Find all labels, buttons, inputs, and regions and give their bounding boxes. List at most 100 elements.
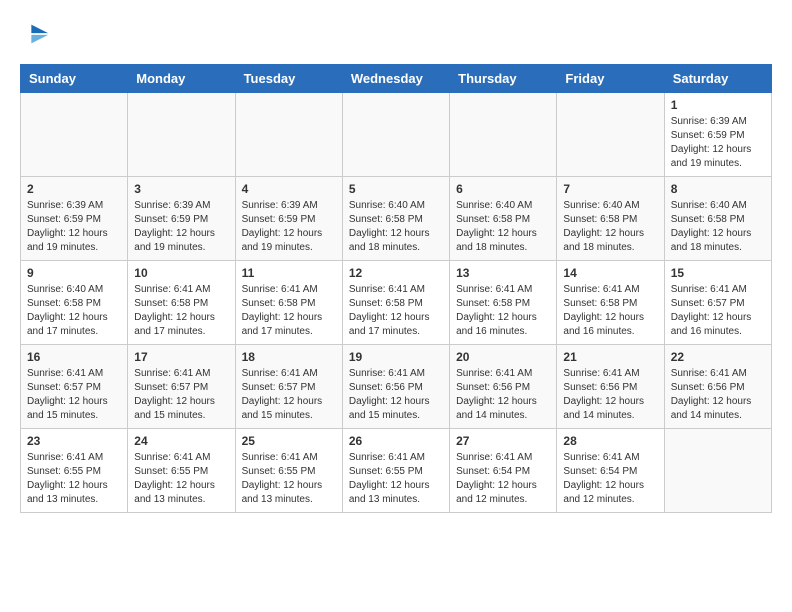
day-number: 19 — [349, 350, 443, 364]
day-info: Sunrise: 6:41 AM Sunset: 6:58 PM Dayligh… — [242, 283, 336, 339]
day-info: Sunrise: 6:40 AM Sunset: 6:58 PM Dayligh… — [349, 199, 443, 255]
calendar-header-monday: Monday — [128, 65, 235, 93]
day-info: Sunrise: 6:39 AM Sunset: 6:59 PM Dayligh… — [671, 115, 765, 171]
page-header — [20, 20, 772, 48]
calendar-week-3: 9Sunrise: 6:40 AM Sunset: 6:58 PM Daylig… — [21, 261, 772, 345]
calendar-week-5: 23 Sunrise: 6:41 AM Sunset: 6:55 PM Dayli… — [21, 429, 772, 513]
calendar-header-friday: Friday — [557, 65, 664, 93]
calendar-header-thursday: Thursday — [450, 65, 557, 93]
day-info: Sunrise: 6:41 AM Sunset: 6:56 PM Dayligh… — [563, 367, 657, 423]
calendar-cell: 24 Sunrise: 6:41 AM Sunset: 6:55 PM Dayli… — [128, 429, 235, 513]
calendar-cell: 15 Sunrise: 6:41 AM Sunset: 6:57 PM Dayli… — [664, 261, 771, 345]
calendar-cell: 4 Sunrise: 6:39 AM Sunset: 6:59 PM Daylig… — [235, 177, 342, 261]
calendar-cell: 3 Sunrise: 6:39 AM Sunset: 6:59 PM Daylig… — [128, 177, 235, 261]
calendar-week-4: 16 Sunrise: 6:41 AM Sunset: 6:57 PM Dayli… — [21, 345, 772, 429]
day-number: 1 — [671, 98, 765, 112]
day-number: 4 — [242, 182, 336, 196]
day-number: 26 — [349, 434, 443, 448]
calendar-cell: 2 Sunrise: 6:39 AM Sunset: 6:59 PM Daylig… — [21, 177, 128, 261]
day-info: Sunrise: 6:41 AM Sunset: 6:58 PM Dayligh… — [349, 283, 443, 339]
day-info: Sunrise: 6:41 AM Sunset: 6:58 PM Dayligh… — [456, 283, 550, 339]
day-info: Sunrise: 6:41 AM Sunset: 6:56 PM Dayligh… — [349, 367, 443, 423]
day-info: Sunrise: 6:41 AM Sunset: 6:56 PM Dayligh… — [456, 367, 550, 423]
day-number: 15 — [671, 266, 765, 280]
calendar-cell: 13 Sunrise: 6:41 AM Sunset: 6:58 PM Dayli… — [450, 261, 557, 345]
day-number: 25 — [242, 434, 336, 448]
calendar-cell: 27Sunrise: 6:41 AM Sunset: 6:54 PM Dayli… — [450, 429, 557, 513]
calendar-cell: 20 Sunrise: 6:41 AM Sunset: 6:56 PM Dayli… — [450, 345, 557, 429]
day-info: Sunrise: 6:41 AM Sunset: 6:57 PM Dayligh… — [242, 367, 336, 423]
calendar-cell: 16 Sunrise: 6:41 AM Sunset: 6:57 PM Dayli… — [21, 345, 128, 429]
calendar-week-2: 2 Sunrise: 6:39 AM Sunset: 6:59 PM Daylig… — [21, 177, 772, 261]
calendar-cell: 14 Sunrise: 6:41 AM Sunset: 6:58 PM Dayli… — [557, 261, 664, 345]
day-number: 20 — [456, 350, 550, 364]
logo-icon — [22, 20, 50, 48]
calendar-header-tuesday: Tuesday — [235, 65, 342, 93]
calendar-cell: 26Sunrise: 6:41 AM Sunset: 6:55 PM Dayli… — [342, 429, 449, 513]
day-number: 10 — [134, 266, 228, 280]
day-number: 23 — [27, 434, 121, 448]
calendar-cell: 25 Sunrise: 6:41 AM Sunset: 6:55 PM Dayli… — [235, 429, 342, 513]
day-info: Sunrise: 6:41 AM Sunset: 6:54 PM Dayligh… — [563, 451, 657, 507]
day-number: 12 — [349, 266, 443, 280]
logo — [20, 20, 50, 48]
calendar-cell: 1 Sunrise: 6:39 AM Sunset: 6:59 PM Daylig… — [664, 93, 771, 177]
day-number: 16 — [27, 350, 121, 364]
calendar-cell: 21 Sunrise: 6:41 AM Sunset: 6:56 PM Dayli… — [557, 345, 664, 429]
calendar-cell — [235, 93, 342, 177]
calendar-cell: 6 Sunrise: 6:40 AM Sunset: 6:58 PM Daylig… — [450, 177, 557, 261]
calendar-cell: 9Sunrise: 6:40 AM Sunset: 6:58 PM Daylig… — [21, 261, 128, 345]
calendar-cell: 18Sunrise: 6:41 AM Sunset: 6:57 PM Dayli… — [235, 345, 342, 429]
calendar-cell: 19 Sunrise: 6:41 AM Sunset: 6:56 PM Dayli… — [342, 345, 449, 429]
day-number: 28 — [563, 434, 657, 448]
calendar-cell — [128, 93, 235, 177]
day-number: 6 — [456, 182, 550, 196]
calendar-cell: 17Sunrise: 6:41 AM Sunset: 6:57 PM Dayli… — [128, 345, 235, 429]
calendar-cell: 7 Sunrise: 6:40 AM Sunset: 6:58 PM Daylig… — [557, 177, 664, 261]
calendar-cell: 22 Sunrise: 6:41 AM Sunset: 6:56 PM Dayli… — [664, 345, 771, 429]
calendar-header-sunday: Sunday — [21, 65, 128, 93]
day-info: Sunrise: 6:41 AM Sunset: 6:58 PM Dayligh… — [563, 283, 657, 339]
day-number: 22 — [671, 350, 765, 364]
day-info: Sunrise: 6:41 AM Sunset: 6:57 PM Dayligh… — [27, 367, 121, 423]
day-info: Sunrise: 6:41 AM Sunset: 6:58 PM Dayligh… — [134, 283, 228, 339]
day-number: 3 — [134, 182, 228, 196]
day-info: Sunrise: 6:39 AM Sunset: 6:59 PM Dayligh… — [134, 199, 228, 255]
day-number: 9 — [27, 266, 121, 280]
calendar-cell: 5 Sunrise: 6:40 AM Sunset: 6:58 PM Daylig… — [342, 177, 449, 261]
day-info: Sunrise: 6:41 AM Sunset: 6:55 PM Dayligh… — [134, 451, 228, 507]
calendar-header-saturday: Saturday — [664, 65, 771, 93]
day-info: Sunrise: 6:39 AM Sunset: 6:59 PM Dayligh… — [242, 199, 336, 255]
day-number: 14 — [563, 266, 657, 280]
calendar-cell: 28 Sunrise: 6:41 AM Sunset: 6:54 PM Dayli… — [557, 429, 664, 513]
calendar-table: SundayMondayTuesdayWednesdayThursdayFrid… — [20, 64, 772, 513]
day-info: Sunrise: 6:41 AM Sunset: 6:56 PM Dayligh… — [671, 367, 765, 423]
calendar-week-1: 1 Sunrise: 6:39 AM Sunset: 6:59 PM Daylig… — [21, 93, 772, 177]
calendar-header-wednesday: Wednesday — [342, 65, 449, 93]
calendar-cell: 23 Sunrise: 6:41 AM Sunset: 6:55 PM Dayli… — [21, 429, 128, 513]
day-number: 8 — [671, 182, 765, 196]
day-info: Sunrise: 6:40 AM Sunset: 6:58 PM Dayligh… — [563, 199, 657, 255]
calendar-cell — [21, 93, 128, 177]
day-info: Sunrise: 6:41 AM Sunset: 6:55 PM Dayligh… — [27, 451, 121, 507]
calendar-cell — [664, 429, 771, 513]
calendar-cell — [342, 93, 449, 177]
day-info: Sunrise: 6:41 AM Sunset: 6:57 PM Dayligh… — [671, 283, 765, 339]
day-info: Sunrise: 6:40 AM Sunset: 6:58 PM Dayligh… — [456, 199, 550, 255]
calendar-cell: 12 Sunrise: 6:41 AM Sunset: 6:58 PM Dayli… — [342, 261, 449, 345]
day-number: 7 — [563, 182, 657, 196]
calendar-cell — [557, 93, 664, 177]
day-info: Sunrise: 6:41 AM Sunset: 6:57 PM Dayligh… — [134, 367, 228, 423]
day-number: 5 — [349, 182, 443, 196]
day-number: 2 — [27, 182, 121, 196]
day-number: 24 — [134, 434, 228, 448]
calendar-header-row: SundayMondayTuesdayWednesdayThursdayFrid… — [21, 65, 772, 93]
day-info: Sunrise: 6:39 AM Sunset: 6:59 PM Dayligh… — [27, 199, 121, 255]
day-number: 21 — [563, 350, 657, 364]
calendar-cell: 11Sunrise: 6:41 AM Sunset: 6:58 PM Dayli… — [235, 261, 342, 345]
calendar-cell: 10 Sunrise: 6:41 AM Sunset: 6:58 PM Dayli… — [128, 261, 235, 345]
day-number: 13 — [456, 266, 550, 280]
calendar-cell: 8Sunrise: 6:40 AM Sunset: 6:58 PM Daylig… — [664, 177, 771, 261]
day-info: Sunrise: 6:41 AM Sunset: 6:54 PM Dayligh… — [456, 451, 550, 507]
day-info: Sunrise: 6:41 AM Sunset: 6:55 PM Dayligh… — [242, 451, 336, 507]
